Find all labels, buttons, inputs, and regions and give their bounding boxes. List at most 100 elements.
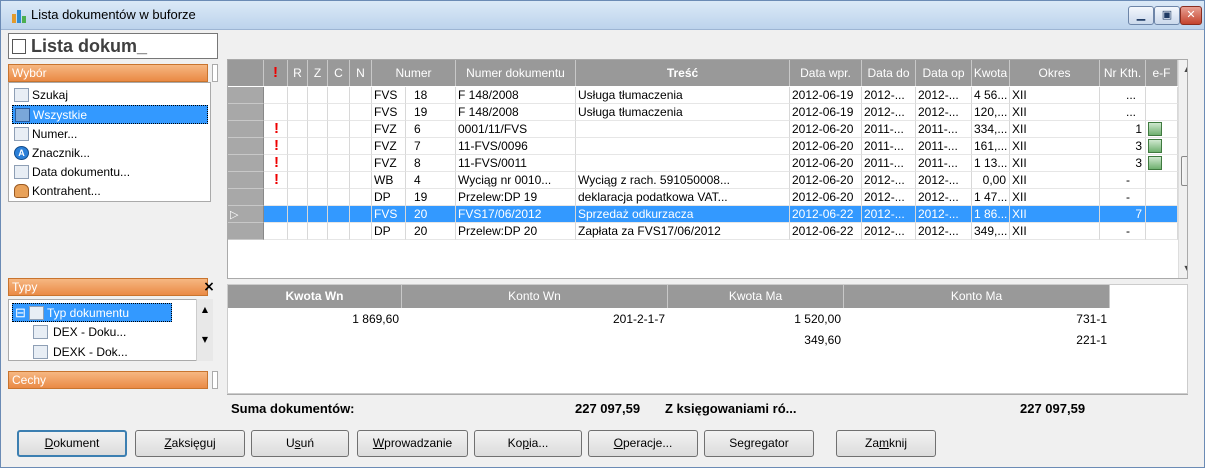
column-header[interactable]: Treść (576, 60, 790, 86)
cell-okres: XII (1010, 223, 1100, 240)
scroll-down-icon[interactable]: ▼ (197, 335, 213, 344)
cell-kwota: 0,00 (972, 172, 1010, 189)
row-header (228, 104, 264, 121)
zaksieguj-button[interactable]: Zaksięguj (135, 430, 245, 457)
cell-kwota: 120,... (972, 104, 1010, 121)
scroll-up-icon[interactable]: ▲ (1179, 60, 1187, 77)
status-cell (288, 121, 308, 138)
tree-item-dexk[interactable]: DEXK - Dok... (29, 343, 189, 360)
flag-cell (264, 189, 288, 206)
efaktura-icon[interactable] (1148, 139, 1162, 153)
splitter-handle[interactable] (212, 371, 218, 389)
efaktura-icon[interactable] (1148, 122, 1162, 136)
table-row[interactable]: DP 20 Przelew:DP 20 Zapłata za FVS17/06/201… (228, 223, 1187, 240)
status-cell (328, 87, 350, 104)
close-icon: ✕ (1186, 8, 1196, 21)
column-header[interactable]: R (288, 60, 308, 86)
section-typy-header[interactable]: Typy (8, 278, 208, 296)
cell-okres: XII (1010, 87, 1100, 104)
kopia-button[interactable]: Kopia... (474, 430, 582, 457)
column-header[interactable]: Data op (916, 60, 972, 86)
cell-data-wpr: 2012-06-19 (790, 87, 862, 104)
section-wybor-header[interactable]: Wybór (8, 64, 208, 82)
table-row[interactable]: ! FVZ 6 0001/11/FVS 2012-06-20 2011-... 2011-.… (228, 121, 1187, 138)
table-row[interactable]: ! FVZ 7 11-FVS/0096 2012-06-20 2011-... 2011-.… (228, 138, 1187, 155)
minimize-button[interactable]: ▁ (1128, 6, 1154, 25)
table-row[interactable]: ! WB 4 Wyciąg nr 0010... Wyciąg z rach. 5910… (228, 172, 1187, 189)
cell-data-op: 2012-... (916, 172, 972, 189)
status-cell (350, 138, 372, 155)
column-header[interactable]: Nr Kth. (1100, 60, 1146, 86)
splitter-handle[interactable] (212, 64, 218, 82)
column-header[interactable]: C (328, 60, 350, 86)
tree-expander-icon[interactable]: ⊟ (15, 304, 26, 322)
typy-scrollbar[interactable]: ▲ ▼ (196, 299, 213, 361)
wprowadzanie-button[interactable]: Wprowadzanie (357, 430, 468, 457)
panel-title-text: Lista dokum_ (31, 36, 148, 56)
postings-header: Kwota Wn (228, 285, 402, 308)
panel-title: Lista dokum_ (8, 33, 218, 59)
wybor-item-wszystkie[interactable]: Wszystkie (12, 105, 208, 124)
search-binoculars-icon (14, 88, 29, 102)
column-header[interactable]: Okres (1010, 60, 1100, 86)
wybor-item-kontrahent[interactable]: Kontrahent... (12, 182, 208, 201)
column-header[interactable]: ! (264, 60, 288, 86)
column-header[interactable]: Numer dokumentu (456, 60, 576, 86)
documents-grid: ! R Z C N Numer Numer dokumentu Treść Da… (227, 59, 1188, 279)
tree-item-typ-dokumentu[interactable]: ⊟ Typ dokumentu (12, 303, 172, 322)
cell-data-wpr: 2012-06-20 (790, 121, 862, 138)
tree-item-dex[interactable]: DEX - Doku... (29, 323, 189, 342)
usun-button[interactable]: Usuń (251, 430, 349, 457)
cell-nr: 20 (406, 206, 456, 223)
cell-nr-kth: 3 (1100, 138, 1146, 155)
table-row[interactable]: DP 19 Przelew:DP 19 deklaracja podatkowa VA… (228, 189, 1187, 206)
cell-nr: 20 (406, 223, 456, 240)
cell-tresc: Wyciąg z rach. 591050008... (576, 172, 790, 189)
table-row[interactable]: FVS 19 F 148/2008 Usługa tłumaczenia 2012-06… (228, 104, 1187, 121)
grid-scrollbar[interactable]: ▲ ▼ (1178, 60, 1187, 278)
efaktura-cell (1146, 206, 1178, 223)
column-header[interactable]: Numer (372, 60, 456, 86)
cell-okres: XII (1010, 104, 1100, 121)
table-row[interactable]: ! FVZ 8 11-FVS/0011 2012-06-20 2011-... 2011-.… (228, 155, 1187, 172)
close-button[interactable]: ✕ (1180, 6, 1202, 25)
flag-cell (264, 206, 288, 223)
table-row[interactable]: ▷ FVS 20 FVS17/06/2012 Sprzedaż odkurzacza 20… (228, 206, 1187, 223)
section-cechy-header[interactable]: Cechy (8, 371, 208, 389)
title-bar[interactable]: Lista dokumentów w buforze ▁ ▣ ✕ (1, 1, 1204, 30)
cell-typ: DP (372, 223, 406, 240)
column-header[interactable]: N (350, 60, 372, 86)
scrollbar-thumb[interactable] (1181, 156, 1187, 186)
cell-data-do: 2012-... (862, 172, 916, 189)
cell-tresc: Usługa tłumaczenia (576, 87, 790, 104)
column-header[interactable]: Data do (862, 60, 916, 86)
segregator-button[interactable]: Segregator (704, 430, 814, 457)
cell-nr-kth: - (1100, 223, 1146, 240)
column-header[interactable]: e-F (1146, 60, 1178, 86)
wybor-item-szukaj[interactable]: Szukaj (12, 86, 208, 105)
wybor-item-numer[interactable]: Numer... (12, 125, 208, 144)
people-icon (14, 184, 29, 198)
column-header[interactable]: Data wpr. (790, 60, 862, 86)
cell-data-wpr: 2012-06-22 (790, 223, 862, 240)
wybor-item-label: Data dokumentu... (32, 165, 131, 179)
cell-data-op: 2012-... (916, 189, 972, 206)
maximize-button[interactable]: ▣ (1154, 6, 1180, 25)
operacje-button[interactable]: Operacje... (588, 430, 698, 457)
scroll-up-icon[interactable]: ▲ (197, 305, 213, 314)
cell-data-wpr: 2012-06-19 (790, 104, 862, 121)
efaktura-icon[interactable] (1148, 156, 1162, 170)
cell-numer-dok: F 148/2008 (456, 104, 576, 121)
cell-kwota: 349,... (972, 223, 1010, 240)
column-header[interactable]: Z (308, 60, 328, 86)
typy-close-button[interactable]: × (200, 277, 218, 297)
dokument-button[interactable]: Dokument (17, 430, 127, 457)
wybor-item-data-dokumentu[interactable]: Data dokumentu... (12, 163, 208, 182)
wybor-item-znacznik[interactable]: A Znacznik... (12, 144, 208, 163)
zamknij-button[interactable]: Zamknij (836, 430, 936, 457)
cell-nr: 4 (406, 172, 456, 189)
column-header[interactable]: Kwota (972, 60, 1010, 86)
scroll-down-icon[interactable]: ▼ (1179, 260, 1187, 277)
status-cell (328, 223, 350, 240)
table-row[interactable]: FVS 18 F 148/2008 Usługa tłumaczenia 2012-06… (228, 87, 1187, 104)
